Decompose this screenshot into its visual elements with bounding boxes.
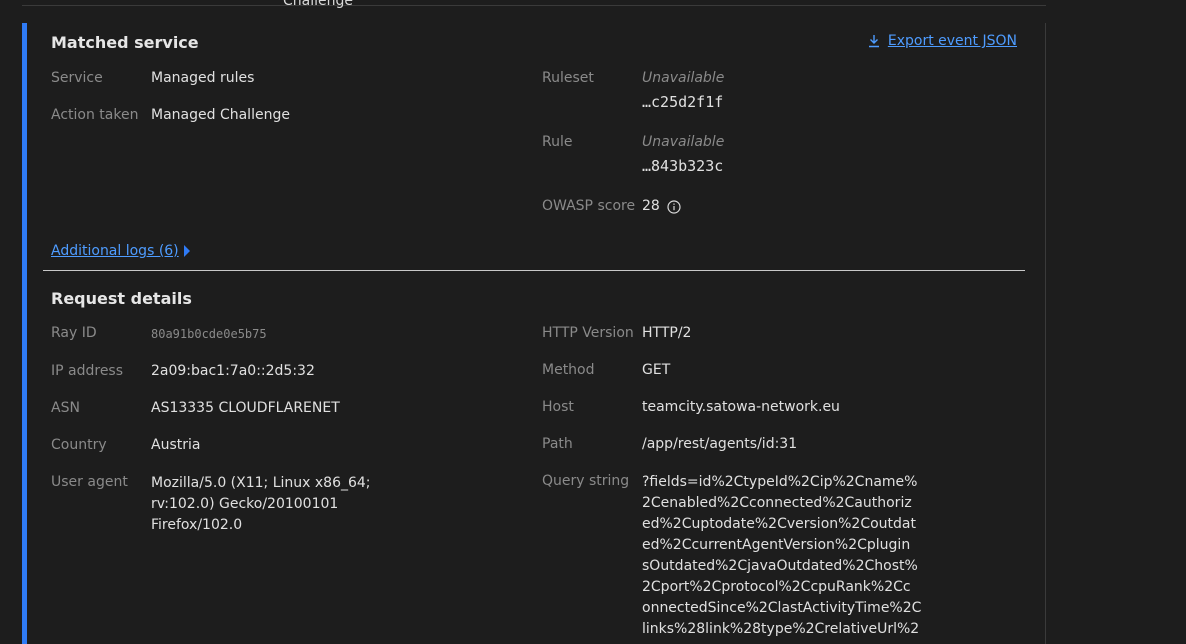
service-value: Managed rules bbox=[151, 70, 255, 86]
host-label: Host bbox=[542, 399, 574, 415]
asn-value: AS13335 CLOUDFLARENET bbox=[151, 400, 340, 416]
query-string-line: sOutdated%2CjavaOutdated%2Chost% bbox=[642, 558, 918, 574]
query-string-line: ed%2Cuptodate%2Cversion%2Coutdat bbox=[642, 516, 916, 532]
user-agent-label: User agent bbox=[51, 474, 128, 490]
user-agent-line: Mozilla/5.0 (X11; Linux x86_64; bbox=[151, 475, 371, 491]
caret-right-icon bbox=[183, 245, 190, 257]
export-event-json-label: Export event JSON bbox=[887, 33, 1017, 49]
rule-id: …843b323c bbox=[642, 157, 724, 175]
http-version-value: HTTP/2 bbox=[642, 325, 692, 341]
rule-label: Rule bbox=[542, 134, 573, 150]
ip-address-label: IP address bbox=[51, 363, 124, 379]
section-divider bbox=[43, 270, 1025, 271]
export-event-json-button[interactable]: Export event JSON bbox=[868, 33, 1017, 49]
path-value: /app/rest/agents/id:31 bbox=[642, 436, 798, 452]
country-label: Country bbox=[51, 437, 107, 453]
http-version-label: HTTP Version bbox=[542, 325, 634, 341]
query-string-value: ?fields=id%2CtypeId%2Cip%2Cname% 2Cenabl… bbox=[642, 472, 921, 640]
query-string-line: onnectedSince%2ClastActivityTime%2C bbox=[642, 600, 922, 616]
previous-row-text: Challenge bbox=[283, 0, 353, 9]
country-value: Austria bbox=[151, 437, 201, 453]
ruleset-status: Unavailable bbox=[642, 70, 725, 86]
ray-id-label: Ray ID bbox=[51, 325, 97, 341]
host-value: teamcity.satowa-network.eu bbox=[642, 399, 840, 415]
request-details-title: Request details bbox=[51, 289, 192, 308]
info-icon[interactable] bbox=[667, 200, 681, 214]
query-string-line: 2Cport%2Cprotocol%2CcpuRank%2Cc bbox=[642, 579, 911, 595]
owasp-score-label: OWASP score bbox=[542, 198, 636, 214]
owasp-score-value: 28 bbox=[642, 198, 660, 214]
event-detail-scroll-area[interactable]: Challenge Matched service Export event J… bbox=[0, 0, 1186, 644]
panel-accent-bar bbox=[22, 23, 27, 644]
query-string-line: 2Cenabled%2Cconnected%2Cauthoriz bbox=[642, 495, 912, 511]
event-detail-panel: Matched service Export event JSON Servic… bbox=[22, 23, 1046, 644]
action-taken-label: Action taken bbox=[51, 107, 139, 123]
query-string-line: ed%2CcurrentAgentVersion%2Cplugin bbox=[642, 537, 911, 553]
query-string-line: links%28link%28type%2CrelativeUrl%2 bbox=[642, 621, 920, 637]
user-agent-line: rv:102.0) Gecko/20100101 bbox=[151, 496, 339, 512]
action-taken-value: Managed Challenge bbox=[151, 107, 290, 123]
ruleset-label: Ruleset bbox=[542, 70, 594, 86]
additional-logs-toggle[interactable]: Additional logs (6) bbox=[51, 243, 191, 259]
download-icon bbox=[868, 35, 879, 48]
rule-status: Unavailable bbox=[642, 134, 725, 150]
user-agent-line: Firefox/102.0 bbox=[151, 517, 243, 533]
method-label: Method bbox=[542, 362, 595, 378]
ip-address-value: 2a09:bac1:7a0::2d5:32 bbox=[151, 363, 315, 379]
query-string-label: Query string bbox=[542, 473, 630, 489]
ruleset-id: …c25d2f1f bbox=[642, 93, 724, 111]
additional-logs-label: Additional logs (6) bbox=[51, 243, 179, 259]
ray-id-value: 80a91b0cde0e5b75 bbox=[151, 327, 267, 341]
path-label: Path bbox=[542, 436, 573, 452]
asn-label: ASN bbox=[51, 400, 80, 416]
user-agent-value: Mozilla/5.0 (X11; Linux x86_64; rv:102.0… bbox=[151, 473, 371, 536]
method-value: GET bbox=[642, 362, 671, 378]
query-string-line: ?fields=id%2CtypeId%2Cip%2Cname% bbox=[642, 474, 918, 490]
matched-service-title: Matched service bbox=[51, 33, 199, 52]
previous-row-remnant: Challenge bbox=[22, 0, 1046, 9]
service-label: Service bbox=[51, 70, 103, 86]
